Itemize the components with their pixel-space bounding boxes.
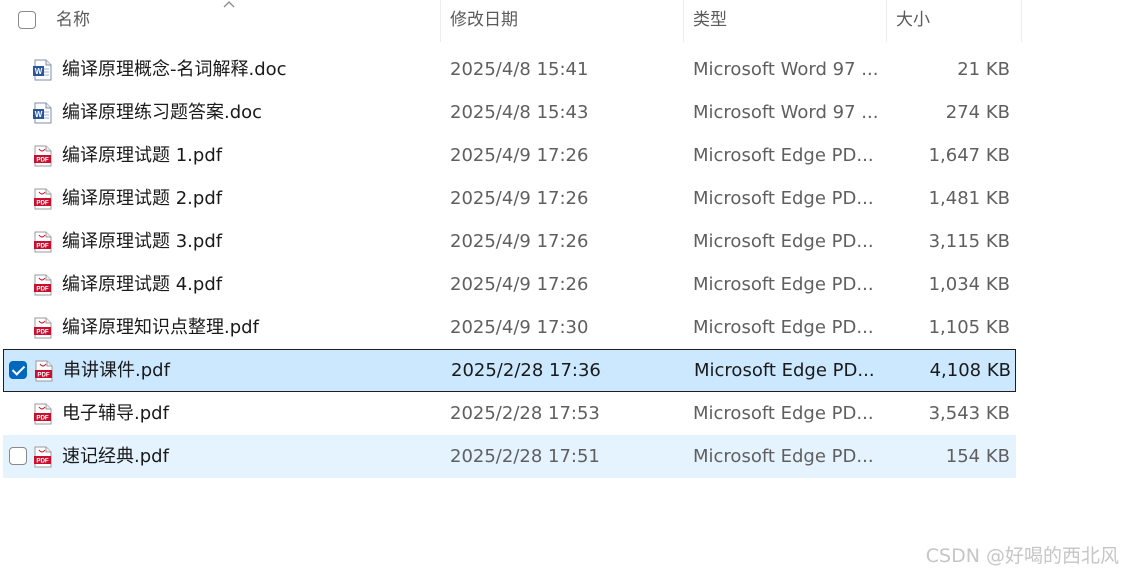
column-divider[interactable]	[683, 0, 684, 42]
file-name: 编译原理试题 4.pdf	[62, 274, 223, 295]
file-size: 21 KB	[957, 59, 1010, 80]
column-type[interactable]: 类型	[693, 0, 883, 42]
file-type: Microsoft Edge PD...	[693, 231, 874, 252]
file-name: 编译原理知识点整理.pdf	[62, 317, 259, 338]
file-row[interactable]: W 编译原理练习题答案.doc 2025/4/8 15:43 Microsoft Wo…	[3, 91, 1016, 134]
file-date: 2025/2/28 17:53	[450, 403, 600, 424]
svg-text:W: W	[35, 67, 43, 76]
file-date: 2025/4/8 15:43	[450, 102, 589, 123]
column-name[interactable]: 名称	[56, 0, 436, 42]
pdf-icon: PDF	[33, 274, 53, 296]
file-row[interactable]: PDF 串讲课件.pdf 2025/2/28 17:36 Microsoft Edge…	[3, 349, 1016, 392]
svg-text:PDF: PDF	[36, 329, 49, 336]
file-name: 电子辅导.pdf	[62, 403, 169, 424]
file-row[interactable]: PDF 编译原理试题 3.pdf 2025/4/9 17:26 Microsoft E…	[3, 220, 1016, 263]
column-divider[interactable]	[440, 0, 441, 42]
pdf-icon: PDF	[33, 317, 53, 339]
file-size: 1,481 KB	[928, 188, 1010, 209]
file-type: Microsoft Word 97 ...	[693, 102, 879, 123]
watermark: CSDN @好喝的西北风	[925, 545, 1119, 567]
file-size: 1,105 KB	[928, 317, 1010, 338]
svg-text:PDF: PDF	[36, 286, 49, 293]
file-date: 2025/4/8 15:41	[450, 59, 589, 80]
file-size: 1,034 KB	[928, 274, 1010, 295]
file-name: 编译原理概念-名词解释.doc	[62, 59, 287, 80]
file-type: Microsoft Edge PD...	[693, 188, 874, 209]
file-row[interactable]: PDF 编译原理知识点整理.pdf 2025/4/9 17:30 Microsoft …	[3, 306, 1016, 349]
row-checkbox[interactable]	[9, 447, 27, 465]
file-date: 2025/4/9 17:30	[450, 317, 589, 338]
file-size: 154 KB	[945, 446, 1010, 467]
file-type: Microsoft Edge PD...	[693, 446, 874, 467]
file-date: 2025/4/9 17:26	[450, 188, 589, 209]
file-size: 3,115 KB	[928, 231, 1010, 252]
file-name: 速记经典.pdf	[62, 446, 169, 467]
svg-text:PDF: PDF	[37, 372, 50, 379]
svg-text:PDF: PDF	[36, 458, 49, 465]
file-type: Microsoft Edge PD...	[693, 403, 874, 424]
file-date: 2025/4/9 17:26	[450, 145, 589, 166]
file-row[interactable]: W 编译原理概念-名词解释.doc 2025/4/8 15:41 Microsoft …	[3, 48, 1016, 91]
file-name: 编译原理试题 1.pdf	[62, 145, 223, 166]
svg-text:PDF: PDF	[36, 415, 49, 422]
file-size: 274 KB	[945, 102, 1010, 123]
svg-text:PDF: PDF	[36, 157, 49, 164]
column-size[interactable]: 大小	[896, 0, 1016, 42]
pdf-icon: PDF	[33, 446, 53, 468]
column-divider[interactable]	[886, 0, 887, 42]
file-type: Microsoft Edge PD...	[693, 145, 874, 166]
word-doc-icon: W	[33, 59, 53, 81]
file-row[interactable]: PDF 速记经典.pdf 2025/2/28 17:51 Microsoft Edge…	[3, 435, 1016, 478]
file-name: 串讲课件.pdf	[63, 360, 170, 381]
column-header: 名称 修改日期 类型 大小	[0, 0, 1022, 42]
pdf-icon: PDF	[33, 403, 53, 425]
file-date: 2025/2/28 17:36	[451, 360, 601, 381]
file-list: W 编译原理概念-名词解释.doc 2025/4/8 15:41 Microsoft …	[0, 48, 1022, 478]
file-type: Microsoft Edge PD...	[693, 317, 874, 338]
file-date: 2025/2/28 17:51	[450, 446, 600, 467]
file-date: 2025/4/9 17:26	[450, 274, 589, 295]
file-size: 3,543 KB	[928, 403, 1010, 424]
row-checkbox[interactable]	[9, 361, 27, 379]
word-doc-icon: W	[33, 102, 53, 124]
file-row[interactable]: PDF 编译原理试题 2.pdf 2025/4/9 17:26 Microsoft E…	[3, 177, 1016, 220]
select-all-checkbox[interactable]	[18, 11, 36, 29]
column-date[interactable]: 修改日期	[450, 0, 680, 42]
file-size: 1,647 KB	[928, 145, 1010, 166]
svg-text:PDF: PDF	[36, 243, 49, 250]
pdf-icon: PDF	[34, 360, 54, 382]
file-name: 编译原理试题 3.pdf	[62, 231, 223, 252]
file-row[interactable]: PDF 编译原理试题 4.pdf 2025/4/9 17:26 Microsoft E…	[3, 263, 1016, 306]
svg-text:W: W	[35, 110, 43, 119]
file-type: Microsoft Edge PD...	[694, 360, 875, 381]
file-name: 编译原理试题 2.pdf	[62, 188, 223, 209]
file-type: Microsoft Word 97 ...	[693, 59, 879, 80]
pdf-icon: PDF	[33, 145, 53, 167]
file-type: Microsoft Edge PD...	[693, 274, 874, 295]
file-size: 4,108 KB	[929, 360, 1011, 381]
pdf-icon: PDF	[33, 231, 53, 253]
file-name: 编译原理练习题答案.doc	[62, 102, 263, 123]
pdf-icon: PDF	[33, 188, 53, 210]
file-row[interactable]: PDF 电子辅导.pdf 2025/2/28 17:53 Microsoft Edge…	[3, 392, 1016, 435]
svg-text:PDF: PDF	[36, 200, 49, 207]
file-row[interactable]: PDF 编译原理试题 1.pdf 2025/4/9 17:26 Microsoft E…	[3, 134, 1016, 177]
column-divider[interactable]	[1021, 0, 1022, 42]
file-date: 2025/4/9 17:26	[450, 231, 589, 252]
